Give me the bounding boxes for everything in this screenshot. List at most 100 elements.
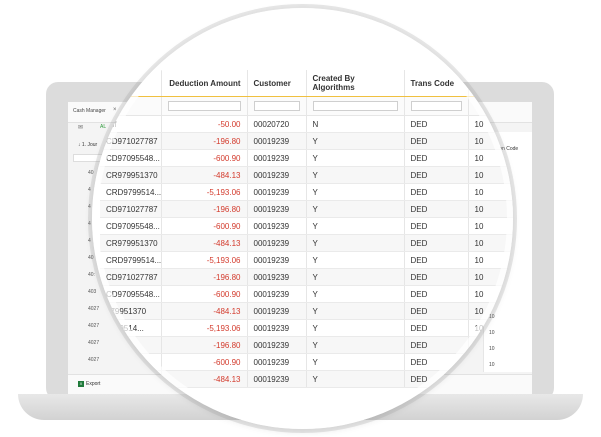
cell-created-by-algorithms: Y [306,251,405,269]
table-row[interactable]: CR979951370 -484.13 00019239 Y DED 10 [100,166,513,184]
cell-code: 10 [468,251,513,269]
cell-customer: 00019239 [247,149,307,167]
cell-reference: CD971027787 [100,200,162,218]
cell-code: 10 [468,115,513,133]
cell-deduction-amount: -5,193.06 [161,183,248,201]
background-row-number: 40 [88,170,94,176]
cell-reference: 787 [100,336,162,354]
cell-created-by-algorithms: Y [306,336,405,354]
column-header-reference[interactable] [100,70,162,97]
cell-customer: 00019239 [247,200,307,218]
table-row[interactable]: CD971027787 -196.80 00019239 Y DED 10 [100,132,513,150]
cell-deduction-amount: -50.00 [161,115,248,133]
cell-code: 10 [468,200,513,218]
table-row[interactable]: CD971027787 -196.80 00019239 Y DED 10 [100,268,513,286]
table-row[interactable]: CR979951370 -484.13 00019239 Y DED 10 [100,234,513,252]
table-row[interactable]: 787 -196.80 00019239 Y DED 10 [100,336,513,354]
background-row-number: 4 [88,238,91,244]
cell-trans-code: DED [404,353,469,371]
cell-trans-code: DED [404,319,469,337]
cell-customer: 00019239 [247,234,307,252]
cell-reference: CR979951370 [100,234,162,252]
background-row-number: 4 [88,187,91,193]
table-row[interactable]: sdf -50.00 00020720 N DED 10 [100,115,513,133]
cell-reference: 9799514... [100,319,162,337]
background-row-number: 4027 [88,323,100,329]
cell-deduction-amount: -196.80 [161,336,248,354]
grid-body: sdf -50.00 00020720 N DED 10 CD971027787 -196.8… [100,115,513,388]
cell-created-by-algorithms: Y [306,149,405,167]
table-row[interactable]: 9799514... -5,193.06 00019239 Y DED 10 [100,319,513,337]
excel-icon: X [78,381,84,387]
table-row[interactable]: 1 -484.13 00019239 Y DED 10 [100,370,513,388]
cell-deduction-amount: -484.13 [161,370,248,388]
cell-deduction-amount: -196.80 [161,268,248,286]
filter-input-deduction-amount[interactable] [167,101,241,111]
filter-input-created-by-algorithms[interactable] [312,101,398,111]
cell-code: 10 [468,166,513,184]
cell-deduction-amount: -484.13 [161,302,248,320]
cell-deduction-amount: -5,193.06 [161,251,248,269]
table-row[interactable]: -600.90 00019239 Y DED 10 [100,353,513,371]
filter-cell-code [468,96,513,116]
column-header-trans-code[interactable]: Trans Code [404,70,469,97]
table-row[interactable]: CD97095548... -600.90 00019239 Y DED 10 [100,285,513,303]
table-row[interactable]: CD971027787 -196.80 00019239 Y DED 10 [100,200,513,218]
cell-reference: 1 [100,370,162,388]
cell-code: 10 [468,217,513,235]
cell-deduction-amount: -196.80 [161,200,248,218]
table-row[interactable]: CD97095548... -600.90 00019239 Y DED 10 [100,217,513,235]
cell-customer: 00019239 [247,285,307,303]
column-header-code[interactable] [468,70,513,97]
filter-input-customer[interactable] [253,101,300,111]
cell-code: 10 [468,319,513,337]
cell-created-by-algorithms: Y [306,132,405,150]
cell-trans-code: DED [404,336,469,354]
mail-icon[interactable]: ✉ [78,124,83,131]
cell-trans-code: DED [404,217,469,235]
cell-customer: 00019239 [247,336,307,354]
cell-customer: 00019239 [247,251,307,269]
table-row[interactable]: CRD9799514... -5,193.06 00019239 Y DED 10 [100,183,513,201]
cell-code: 10 [468,285,513,303]
cell-created-by-algorithms: Y [306,217,405,235]
cell-customer: 00019239 [247,183,307,201]
cell-reference: CR979951370 [100,166,162,184]
table-row[interactable]: CRD9799514... -5,193.06 00019239 Y DED 10 [100,251,513,269]
background-row-number: 40: [88,272,95,278]
cell-deduction-amount: -600.90 [161,217,248,235]
column-header-deduction-amount[interactable]: Deduction Amount [161,70,248,97]
cell-trans-code: DED [404,149,469,167]
cell-created-by-algorithms: Y [306,200,405,218]
cell-customer: 00019239 [247,370,307,388]
cell-reference: CD97095548... [100,149,162,167]
table-row[interactable]: 979951370 -484.13 00019239 Y DED 10 [100,302,513,320]
background-row-number: 4027 [88,340,100,346]
column-header-customer[interactable]: Customer [247,70,307,97]
cell-created-by-algorithms: Y [306,268,405,286]
cell-created-by-algorithms: Y [306,285,405,303]
column-header-created-by-algorithms[interactable]: Created By Algorithms [306,70,405,97]
filter-input-trans-code[interactable] [410,101,462,111]
cell-reference: 979951370 [100,302,162,320]
cell-code: 10 [468,149,513,167]
cell-deduction-amount: -484.13 [161,234,248,252]
cell-customer: 00019239 [247,217,307,235]
cell-reference: CD971027787 [100,132,162,150]
cell-trans-code: DED [404,285,469,303]
cell-trans-code: DED [404,234,469,252]
cell-reference: CRD9799514... [100,251,162,269]
cell-code: 10 [468,183,513,201]
journal-label[interactable]: ↓ 1. Jour [78,142,97,148]
cell-code: 10 [468,268,513,286]
cell-reference: sdf [100,115,162,133]
cell-created-by-algorithms: Y [306,166,405,184]
background-row-number: 40 [88,255,94,261]
cell-code: 10 [468,353,513,371]
table-row[interactable]: CD97095548... -600.90 00019239 Y DED 10 [100,149,513,167]
export-button[interactable]: X Export [78,381,100,387]
cell-code: 10 [468,302,513,320]
cell-deduction-amount: -484.13 [161,166,248,184]
data-grid: Deduction Amount Customer Created By Alg… [100,70,513,388]
background-row-number: 4 [88,221,91,227]
